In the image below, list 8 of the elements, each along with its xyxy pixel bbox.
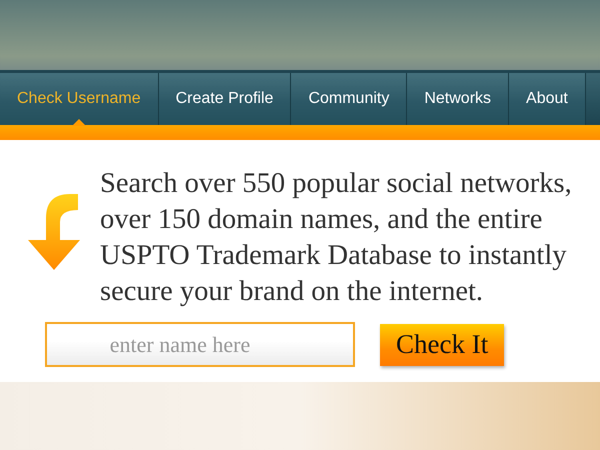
name-input-field[interactable]: enter name here: [45, 322, 355, 367]
intro-text: Search over 550 popular social networks, over 150 domain names, and the entire USPTO Trademark Database to instantly secure your brand on the internet.: [100, 167, 573, 309]
check-button[interactable]: Check It: [380, 324, 504, 366]
nav-tab[interactable]: Community: [291, 73, 408, 125]
nav-tab[interactable]: About: [509, 73, 586, 125]
nav-tab[interactable]: Create Profile: [158, 73, 292, 125]
nav-tab[interactable]: Networks: [407, 73, 510, 125]
nav-tab[interactable]: Check Username: [0, 73, 159, 125]
